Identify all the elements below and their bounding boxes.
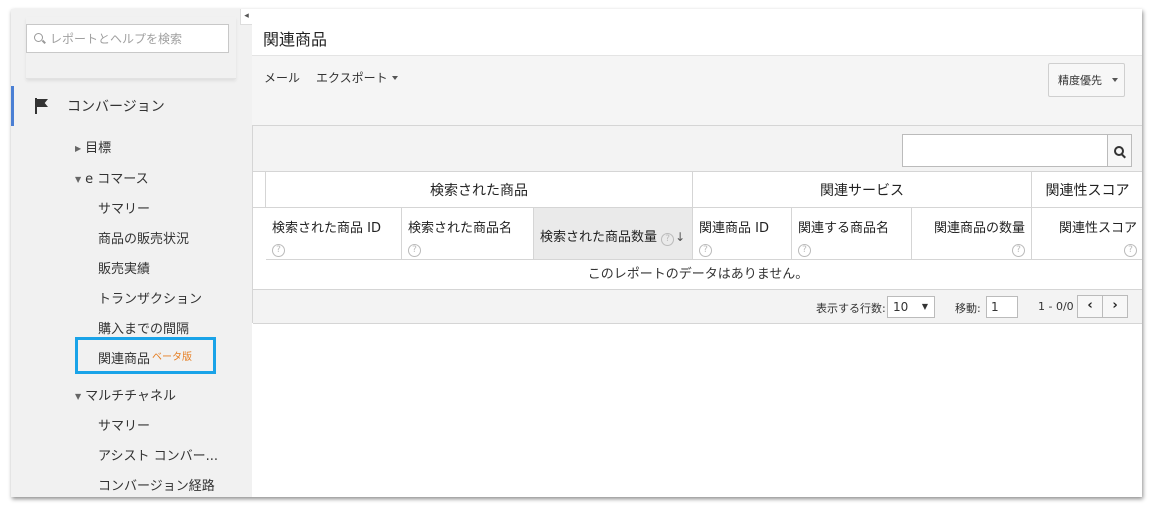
sidebar-item-label: e コマース [85,172,149,187]
flag-icon [35,98,49,114]
report-table: 検索された商品 関連サービス 関連性スコア 検索された商品 ID ? 検索された… [252,125,1142,324]
column-label: 関連商品の数量 [933,221,1025,236]
chevron-down-icon [1112,78,1118,82]
sidebar-item-label: 目標 [85,141,112,156]
sidebar-item-product-performance[interactable]: 商品の販売状況 [98,228,189,247]
caret-down-icon: ▼ [75,175,82,184]
sidebar-item-sales-performance[interactable]: 販売実績 [98,258,150,277]
chevron-down-icon: ▼ [921,302,928,311]
selection-highlight [75,337,216,374]
column-searched-qty[interactable]: 検索された商品数量 ? ↓ [534,208,693,260]
chevron-down-icon [391,76,398,80]
column-label: 検索された商品 ID [272,221,381,236]
column-label: 検索された商品名 [408,221,513,236]
group-header-related: 関連サービス [693,172,1032,208]
sidebar-search-box[interactable] [26,24,229,53]
column-related-id[interactable]: 関連商品 ID ? [693,208,792,260]
help-icon[interactable]: ? [1124,244,1137,257]
help-icon[interactable]: ? [699,244,712,257]
export-label: エクスポート [316,71,388,85]
title-bar: 関連商品 [252,9,1142,56]
column-searched-id[interactable]: 検索された商品 ID ? [266,208,402,260]
group-header-edge [253,172,266,208]
caret-down-icon: ▼ [75,392,82,401]
sidebar-item-goals[interactable]: ▶ 目標 [75,137,111,156]
main-content: 関連商品 メール エクスポート 精度優先 検索された商品 関連サービス 関連性ス… [252,9,1142,497]
analytics-window: ◂ コンバージョン ▶目標 ▼e コマース サマリー 商品の販売状況 販売実績 … [11,9,1142,497]
sidebar-item-summary[interactable]: サマリー [98,198,150,217]
search-icon [33,32,47,46]
column-related-name[interactable]: 関連する商品名 ? [792,208,912,260]
column-label: 関連性スコア [1058,221,1137,236]
column-label: 関連する商品名 [798,221,890,236]
column-related-qty[interactable]: 関連商品の数量 ? [912,208,1032,260]
group-header-searched: 検索された商品 [266,172,693,208]
search-icon [1114,146,1126,158]
help-icon[interactable]: ? [408,244,421,257]
rows-per-page-select[interactable]: 10 ▼ [887,296,935,318]
sidebar-item-mc-summary[interactable]: サマリー [98,415,150,434]
sidebar-item-assisted-conversions[interactable]: アシスト コンバー... [98,445,218,464]
column-score[interactable]: 関連性スコア ? [1032,208,1142,260]
group-header-score: 関連性スコア [1032,172,1142,208]
sidebar-item-conversion-paths[interactable]: コンバージョン経路 [98,475,215,494]
goto-page-input[interactable]: 1 [986,296,1018,318]
sidebar-item-time-to-purchase[interactable]: 購入までの間隔 [98,318,189,337]
help-icon[interactable]: ? [272,244,285,257]
sidebar-item-transactions[interactable]: トランザクション [98,288,202,307]
page-range: 1 - 0/0 [1038,300,1074,313]
sidebar-item-ecommerce[interactable]: ▼ e コマース [75,168,149,187]
column-searched-name[interactable]: 検索された商品名 ? [402,208,534,260]
sort-descending-icon: ↓ [675,230,686,244]
precision-label: 精度優先 [1058,74,1102,87]
help-icon[interactable]: ? [661,233,675,246]
sidebar-search-area [26,17,236,79]
table-filter-bar [253,126,1142,172]
rows-label: 表示する行数: [816,302,886,315]
column-label: 検索された商品数量 [540,230,658,245]
empty-message: このレポートのデータはありません。 [253,260,1142,290]
report-search-input[interactable] [50,31,220,46]
prev-page-button[interactable]: ‹ [1077,295,1103,318]
sidebar-collapse-button[interactable]: ◂ [240,9,252,25]
sidebar: ◂ コンバージョン ▶目標 ▼e コマース サマリー 商品の販売状況 販売実績 … [11,9,252,497]
rows-value: 10 [893,300,909,314]
sidebar-section-conversions[interactable]: コンバージョン [11,86,252,126]
help-icon[interactable]: ? [798,244,811,257]
sidebar-item-label: マルチチャネル [85,389,177,404]
precision-dropdown[interactable]: 精度優先 [1048,63,1125,97]
caret-right-icon: ▶ [75,144,82,153]
sidebar-section-label: コンバージョン [67,99,165,115]
table-search-button[interactable] [1108,134,1132,167]
page-title: 関連商品 [263,30,328,49]
table-search-input[interactable] [902,134,1108,167]
next-page-button[interactable]: › [1102,295,1128,318]
pagination-bar: 表示する行数: 10 ▼ 移動: 1 1 - 0/0 ‹ › [253,290,1142,324]
column-label: 関連商品 ID [699,221,769,236]
email-button[interactable]: メール [264,69,300,86]
export-button[interactable]: エクスポート [316,69,398,86]
goto-label: 移動: [955,302,981,315]
report-toolbar: メール エクスポート 精度優先 [252,56,1142,126]
sidebar-item-multichannel[interactable]: ▼ マルチチャネル [75,385,176,404]
help-icon[interactable]: ? [1012,244,1025,257]
